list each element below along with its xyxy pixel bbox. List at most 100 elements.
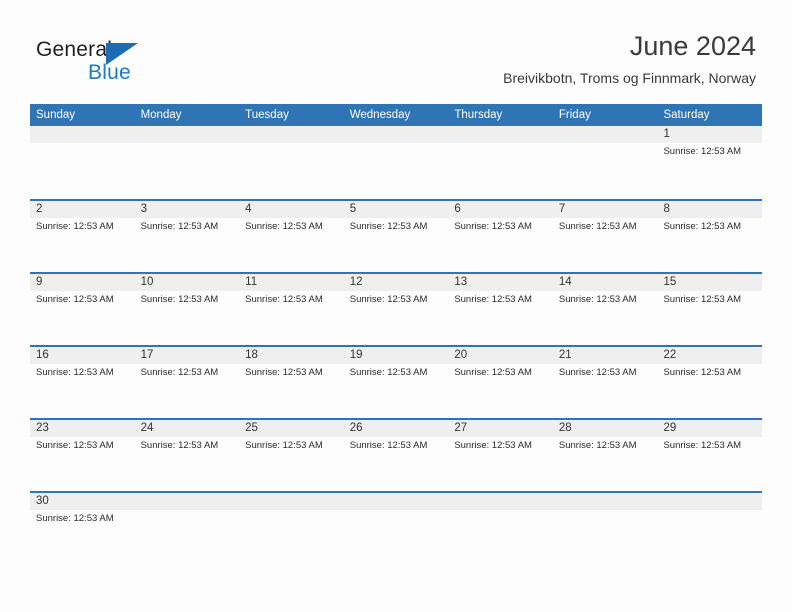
sunrise-label: Sunrise: 12:53 AM xyxy=(140,367,219,378)
day-number: 16 xyxy=(36,349,49,361)
day-number: 20 xyxy=(454,349,468,361)
day-cell-empty xyxy=(135,126,240,199)
day-cell-empty xyxy=(344,126,449,199)
day-cell-group: 2 Sunrise: 12:53 AM 3 Sunrise: 12:53 AM 4 Sun… xyxy=(30,201,762,272)
day-cell[interactable]: 15 Sunrise: 12:53 AM xyxy=(657,274,762,345)
day-cell[interactable]: 4 Sunrise: 12:53 AM xyxy=(239,201,344,272)
calendar-week-row: 1 Sunrise: 12:53 AM xyxy=(30,126,762,199)
weekday-header-row: Sunday Monday Tuesday Wednesday Thursday Frid… xyxy=(30,104,762,126)
day-cell[interactable]: 3 Sunrise: 12:53 AM xyxy=(135,201,240,272)
calendar-week-row: 2 Sunrise: 12:53 AM 3 Sunrise: 12:53 AM 4 Sun… xyxy=(30,199,762,272)
day-cell[interactable]: 2 Sunrise: 12:53 AM xyxy=(30,201,135,272)
day-cell[interactable]: 21 Sunrise: 12:53 AM xyxy=(553,347,658,418)
day-cell-group: 23 Sunrise: 12:53 AM 24 Sunrise: 12:53 AM 25… xyxy=(30,420,762,491)
day-cell-empty xyxy=(657,493,762,564)
sunrise-label: Sunrise: 12:53 AM xyxy=(140,440,219,451)
sunrise-label: Sunrise: 12:53 AM xyxy=(245,367,323,378)
day-number: 2 xyxy=(36,203,43,215)
day-cell[interactable]: 22 Sunrise: 12:53 AM xyxy=(657,347,762,418)
sunrise-label: Sunrise: 12:53 AM xyxy=(36,294,114,305)
day-cell[interactable]: 12 Sunrise: 12:53 AM xyxy=(344,274,449,345)
day-number: 27 xyxy=(454,422,468,434)
sunrise-label: Sunrise: 12:53 AM xyxy=(245,294,323,305)
day-number: 19 xyxy=(349,349,363,361)
day-cell[interactable]: 18 Sunrise: 12:53 AM xyxy=(239,347,344,418)
day-cell[interactable]: 6 Sunrise: 12:53 AM xyxy=(448,201,553,272)
day-cell-empty xyxy=(553,126,658,199)
sunrise-label: Sunrise: 12:53 AM xyxy=(663,221,742,232)
day-number: 28 xyxy=(558,422,572,434)
weekday-header-monday: Monday xyxy=(140,109,182,121)
day-cell-group: 9 Sunrise: 12:53 AM 10 Sunrise: 12:53 AM 11 S… xyxy=(30,274,762,345)
day-cell[interactable]: 17 Sunrise: 12:53 AM xyxy=(135,347,240,418)
calendar-week-row: 16 Sunrise: 12:53 AM 17 Sunrise: 12:53 AM 18… xyxy=(30,345,762,418)
day-number: 29 xyxy=(663,422,677,434)
day-cell[interactable]: 11 Sunrise: 12:53 AM xyxy=(239,274,344,345)
day-cell[interactable]: 7 Sunrise: 12:53 AM xyxy=(553,201,658,272)
day-number: 30 xyxy=(36,495,49,507)
sunrise-label: Sunrise: 12:53 AM xyxy=(663,146,742,157)
sunrise-label: Sunrise: 12:53 AM xyxy=(663,440,742,451)
day-number: 15 xyxy=(663,276,677,288)
day-cell-empty xyxy=(239,493,344,564)
day-number: 11 xyxy=(245,276,258,288)
sunrise-label: Sunrise: 12:53 AM xyxy=(349,367,428,378)
day-cell[interactable]: 13 Sunrise: 12:53 AM xyxy=(448,274,553,345)
sunrise-label: Sunrise: 12:53 AM xyxy=(454,294,532,305)
logo-text-blue: Blue xyxy=(88,61,131,84)
sunrise-label: Sunrise: 12:53 AM xyxy=(454,440,532,451)
day-cell[interactable]: 20 Sunrise: 12:53 AM xyxy=(448,347,553,418)
day-number: 8 xyxy=(663,203,670,215)
day-number: 7 xyxy=(558,203,566,215)
calendar-week-row: 30 Sunrise: 12:53 AM xyxy=(30,491,762,564)
day-cell[interactable]: 1 Sunrise: 12:53 AM xyxy=(657,126,762,199)
general-blue-logo: General Blue xyxy=(36,38,166,86)
day-number: 24 xyxy=(140,422,154,434)
day-cell[interactable]: 8 Sunrise: 12:53 AM xyxy=(657,201,762,272)
day-number: 6 xyxy=(454,203,461,215)
day-cell-group: 30 Sunrise: 12:53 AM xyxy=(30,493,762,564)
day-cell[interactable]: 29 Sunrise: 12:53 AM xyxy=(657,420,762,491)
day-cell[interactable]: 16 Sunrise: 12:53 AM xyxy=(30,347,135,418)
day-cell[interactable]: 30 Sunrise: 12:53 AM xyxy=(30,493,135,564)
sunrise-label: Sunrise: 12:53 AM xyxy=(36,513,114,524)
day-number: 23 xyxy=(36,422,49,434)
day-cell[interactable]: 10 Sunrise: 12:53 AM xyxy=(135,274,240,345)
day-cell[interactable]: 23 Sunrise: 12:53 AM xyxy=(30,420,135,491)
day-cell-empty xyxy=(553,493,658,564)
day-cell-group: 16 Sunrise: 12:53 AM 17 Sunrise: 12:53 AM 18… xyxy=(30,347,762,418)
sunrise-label: Sunrise: 12:53 AM xyxy=(36,221,114,232)
weekday-header-friday: Friday xyxy=(558,109,591,121)
day-cell[interactable]: 28 Sunrise: 12:53 AM xyxy=(553,420,658,491)
day-cell[interactable]: 26 Sunrise: 12:53 AM xyxy=(344,420,449,491)
day-cell-empty xyxy=(448,126,553,199)
day-cell-empty xyxy=(135,493,240,564)
sunrise-label: Sunrise: 12:53 AM xyxy=(36,440,114,451)
day-cell[interactable]: 27 Sunrise: 12:53 AM xyxy=(448,420,553,491)
sunrise-label: Sunrise: 12:53 AM xyxy=(454,221,532,232)
sunrise-label: Sunrise: 12:53 AM xyxy=(140,221,219,232)
calendar-body: 1 Sunrise: 12:53 AM 2 Sunrise: 12:53 AM 3 Sun… xyxy=(30,126,762,564)
day-number: 21 xyxy=(558,349,572,361)
day-number: 5 xyxy=(349,203,357,215)
day-cell-empty xyxy=(344,493,449,564)
day-number: 13 xyxy=(454,276,468,288)
day-cell[interactable]: 24 Sunrise: 12:53 AM xyxy=(135,420,240,491)
sunrise-label: Sunrise: 12:53 AM xyxy=(245,440,323,451)
sunrise-label: Sunrise: 12:53 AM xyxy=(245,221,323,232)
day-number: 10 xyxy=(140,276,154,288)
day-cell[interactable]: 25 Sunrise: 12:53 AM xyxy=(239,420,344,491)
sunrise-label: Sunrise: 12:53 AM xyxy=(140,294,219,305)
logo-text-general: General xyxy=(36,38,113,61)
weekday-header-thursday: Thursday xyxy=(454,109,503,121)
day-cell[interactable]: 14 Sunrise: 12:53 AM xyxy=(553,274,658,345)
day-cell[interactable]: 5 Sunrise: 12:53 AM xyxy=(344,201,449,272)
day-cell[interactable]: 19 Sunrise: 12:53 AM xyxy=(344,347,449,418)
day-number: 26 xyxy=(349,422,363,434)
sunrise-label: Sunrise: 12:53 AM xyxy=(663,294,742,305)
day-cell[interactable]: 9 Sunrise: 12:53 AM xyxy=(30,274,135,345)
page-title: June 2024 xyxy=(629,31,756,61)
day-number: 4 xyxy=(245,203,252,215)
sunrise-label: Sunrise: 12:53 AM xyxy=(558,367,637,378)
sunrise-label: Sunrise: 12:53 AM xyxy=(349,294,428,305)
